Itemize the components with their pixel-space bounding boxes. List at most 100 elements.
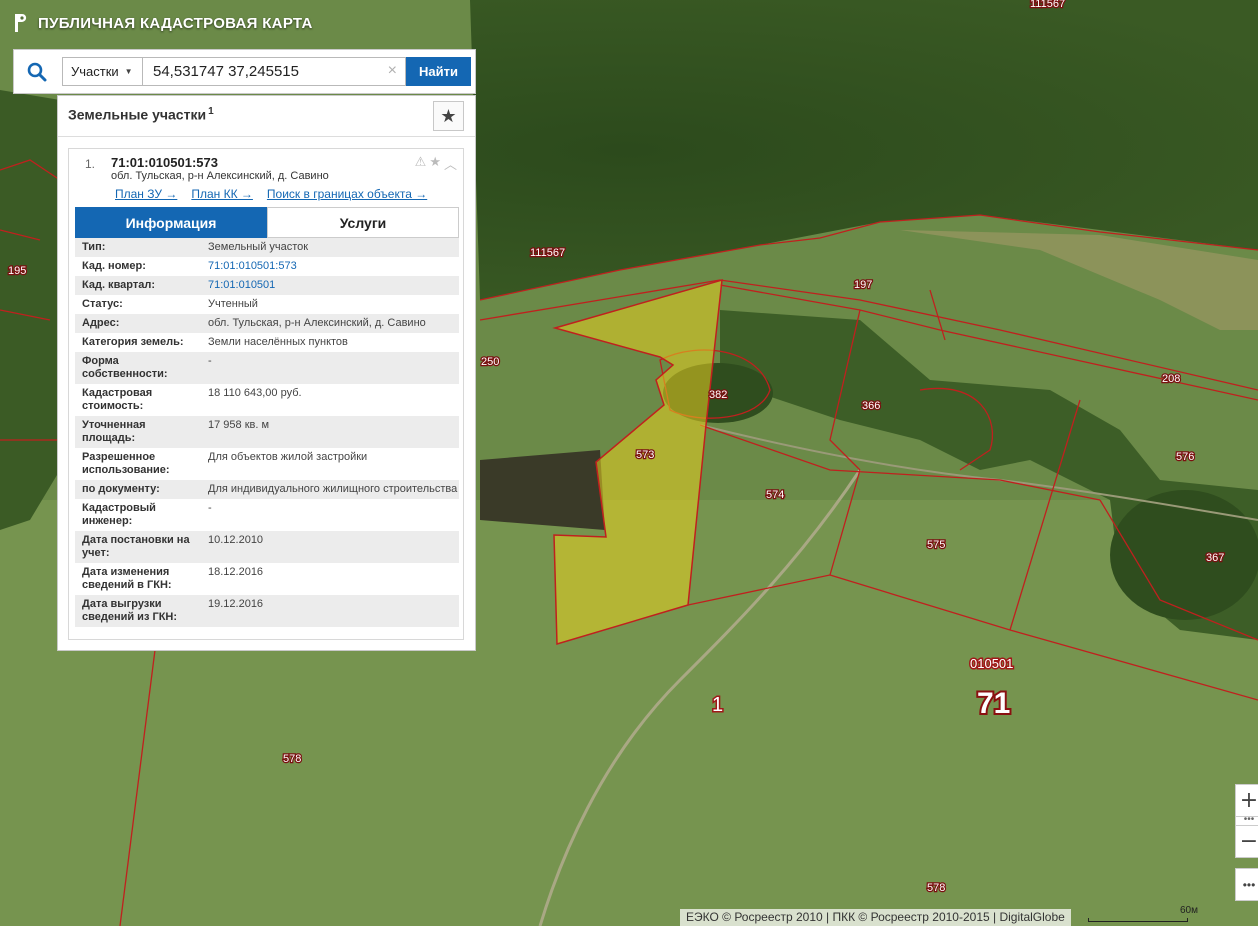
parcel-label[interactable]: 574: [765, 488, 786, 503]
scale-bar: 60м: [1088, 905, 1198, 926]
info-row: Категория земель: Земли населённых пункт…: [75, 333, 459, 352]
parcel-label[interactable]: 195: [7, 264, 28, 279]
info-value: обл. Тульская, р-н Алексинский, д. Савин…: [208, 317, 426, 329]
info-key: Адрес:: [82, 317, 120, 329]
parcel-label[interactable]: 197: [853, 278, 874, 293]
info-key: Уточненная площадь:: [82, 419, 146, 444]
app-title: ПУБЛИЧНАЯ КАДАСТРОВАЯ КАРТА: [38, 14, 313, 32]
search-bounds-link[interactable]: Поиск в границах объекта →: [267, 187, 427, 201]
info-value: Земельный участок: [208, 241, 309, 253]
zoom-in-button[interactable]: +: [1235, 784, 1258, 817]
result-card: 1. 71:01:010501:573 обл. Тульская, р-н А…: [68, 148, 464, 640]
info-value: Земли населённых пунктов: [208, 336, 348, 348]
app-header: ПУБЛИЧНАЯ КАДАСТРОВАЯ КАРТА: [12, 12, 313, 34]
tab-info[interactable]: Информация: [75, 207, 267, 238]
scale-label: 60м: [1180, 905, 1198, 916]
parcel-label[interactable]: 576: [1175, 450, 1196, 465]
info-row: по документу: Для индивидуального жилищн…: [75, 480, 459, 499]
tab-services[interactable]: Услуги: [267, 207, 459, 238]
map-attribution: ЕЭКО © Росреестр 2010 | ПКК © Росреестр …: [680, 909, 1071, 926]
info-key: Дата выгрузки сведений из ГКН:: [82, 598, 178, 623]
parcel-label[interactable]: 578: [926, 881, 947, 896]
chevron-up-icon[interactable]: ︿: [444, 154, 457, 173]
star-icon: ★: [440, 105, 457, 126]
parcel-label[interactable]: 578: [282, 752, 303, 767]
search-type-select[interactable]: Участки ▼: [62, 57, 142, 86]
info-value: 18.12.2016: [208, 566, 264, 578]
info-key: Статус:: [82, 298, 123, 310]
forest-west: [0, 90, 60, 530]
info-key: Разрешенное использование:: [82, 451, 170, 476]
info-value: -: [208, 355, 212, 367]
info-row: Кад. квартал: 71:01:010501: [75, 276, 459, 295]
warning-icon[interactable]: ⚠: [415, 154, 427, 173]
parcel-label[interactable]: 573: [635, 448, 656, 463]
parcel-label[interactable]: 111567: [529, 246, 567, 261]
dark-field: [480, 450, 605, 530]
panel-title: Земельные участки 1: [68, 106, 214, 123]
info-table: Тип: Земельный участок Кад. номер: 71:01…: [75, 238, 459, 627]
plan-zu-link[interactable]: План ЗУ →: [115, 187, 177, 201]
chevron-down-icon: ▼: [124, 67, 133, 76]
parcel-label[interactable]: 575: [926, 538, 947, 553]
panel-header: Земельные участки 1 ★: [58, 96, 475, 137]
zoom-slider[interactable]: •••: [1235, 815, 1258, 825]
search-icon-button[interactable]: [14, 50, 60, 93]
clear-icon[interactable]: ×: [388, 62, 397, 80]
info-value: 19.12.2016: [208, 598, 264, 610]
district-label[interactable]: 1: [711, 693, 725, 718]
result-address: обл. Тульская, р-н Алексинский, д. Савин…: [111, 170, 329, 182]
search-input-wrap: ×: [142, 57, 406, 86]
region-label[interactable]: 71: [975, 685, 1012, 722]
info-row: Тип: Земельный участок: [75, 238, 459, 257]
info-row: Дата постановки на учет: 10.12.2010: [75, 531, 459, 563]
quarter-label[interactable]: 010501: [969, 655, 1015, 673]
search-type-label: Участки: [71, 64, 119, 79]
parcel-label[interactable]: 208: [1161, 372, 1182, 387]
info-value-link[interactable]: 71:01:010501:573: [201, 257, 459, 276]
info-value: -: [208, 502, 212, 514]
info-value: Учтенный: [208, 298, 258, 310]
tree-clump-367: [1110, 490, 1258, 620]
scale-line: [1088, 918, 1188, 922]
info-value: 10.12.2010: [208, 534, 264, 546]
info-key: Категория земель:: [82, 336, 184, 348]
info-key: Кад. номер:: [82, 260, 146, 272]
favorites-button[interactable]: ★: [433, 101, 464, 131]
results-panel: Земельные участки 1 ★ 1. 71:01:010501:573…: [57, 95, 476, 651]
info-row: Уточненная площадь: 17 958 кв. м: [75, 416, 459, 448]
info-key: Тип:: [82, 241, 106, 253]
info-key: по документу:: [82, 483, 160, 495]
info-key: Кадастровый инженер:: [82, 502, 156, 527]
rosreestr-logo-icon: [15, 14, 27, 32]
parcel-label[interactable]: 366: [861, 399, 882, 414]
info-value: Для индивидуального жилищного строительс…: [208, 483, 458, 495]
card-actions: ⚠ ★ ︿: [415, 154, 457, 173]
zoom-out-button[interactable]: −: [1235, 825, 1258, 858]
result-tabs: Информация Услуги: [75, 207, 459, 238]
cadastral-number[interactable]: 71:01:010501:573: [111, 155, 218, 170]
info-key: Дата постановки на учет:: [82, 534, 190, 559]
info-key: Кад. квартал:: [82, 279, 156, 291]
info-row: Кад. номер: 71:01:010501:573: [75, 257, 459, 276]
parcel-label[interactable]: 382: [708, 388, 729, 403]
plan-kk-link[interactable]: План КК →: [191, 187, 253, 201]
info-value-link[interactable]: 71:01:010501: [201, 276, 459, 295]
info-key: Дата изменения сведений в ГКН:: [82, 566, 172, 591]
info-row: Кадастровый инженер: -: [75, 499, 459, 531]
info-value: 18 110 643,00 руб.: [208, 387, 302, 399]
parcel-label[interactable]: 250: [480, 355, 501, 370]
search-bar: Участки ▼ × Найти: [13, 49, 476, 94]
star-icon[interactable]: ★: [429, 154, 441, 173]
info-row: Форма собственности: -: [75, 352, 459, 384]
result-index: 1.: [85, 157, 96, 171]
parcel-label[interactable]: 367: [1205, 551, 1226, 566]
results-count: 1: [208, 106, 214, 117]
info-row: Статус: Учтенный: [75, 295, 459, 314]
info-row: Адрес: обл. Тульская, р-н Алексинский, д…: [75, 314, 459, 333]
parcel-label[interactable]: 111567: [1029, 0, 1067, 11]
search-button[interactable]: Найти: [406, 57, 471, 86]
info-row: Дата изменения сведений в ГКН: 18.12.201…: [75, 563, 459, 595]
search-input[interactable]: [143, 58, 379, 85]
more-button[interactable]: •••: [1235, 868, 1258, 901]
